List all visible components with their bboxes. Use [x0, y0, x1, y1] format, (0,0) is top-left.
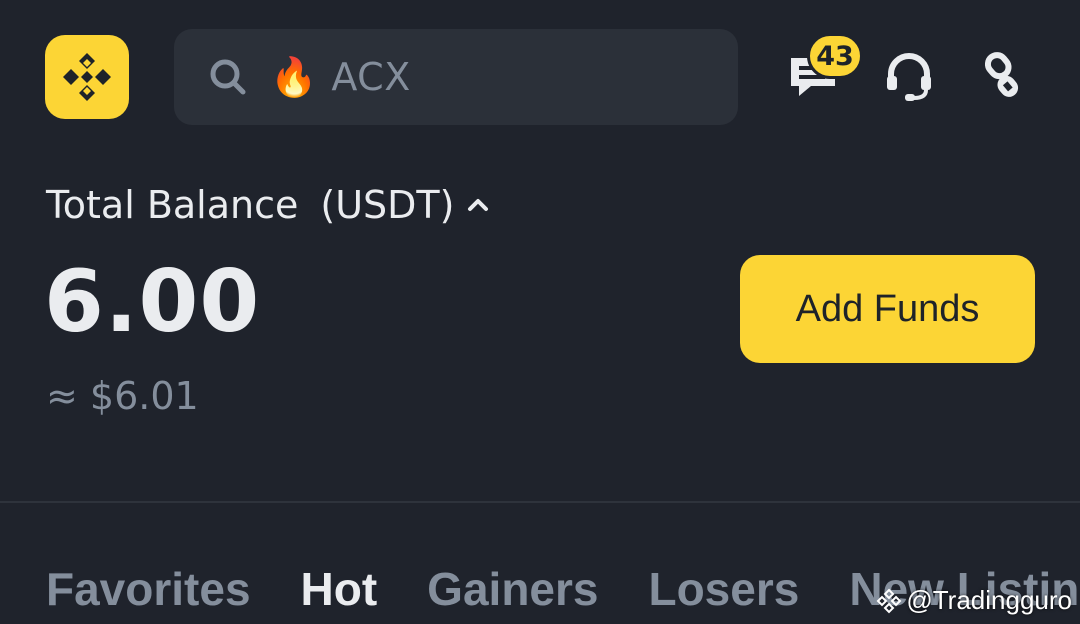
chevron-up-icon: [466, 193, 490, 217]
home-screen: 🔥 ACX 43 Total Balance (USDT) 6.00 ≈ $6.…: [0, 0, 1080, 624]
balance-fiat-approx: ≈ $6.01: [46, 374, 199, 418]
binance-logo-icon: [63, 53, 111, 101]
balance-currency: (USDT): [320, 183, 455, 227]
add-funds-button[interactable]: Add Funds: [740, 255, 1035, 363]
total-balance-toggle[interactable]: Total Balance (USDT): [46, 183, 490, 227]
balance-amount: 6.00: [44, 252, 261, 352]
fire-icon: 🔥: [270, 55, 318, 99]
search-trending-term: ACX: [331, 55, 411, 99]
search-icon: [208, 57, 248, 97]
total-balance-label: Total Balance: [46, 183, 299, 227]
watermark: @Tradingguro: [876, 585, 1072, 616]
section-divider: [0, 501, 1080, 503]
tab-hot[interactable]: Hot: [301, 562, 378, 616]
watermark-text: @Tradingguro: [906, 585, 1072, 615]
tab-favorites[interactable]: Favorites: [46, 562, 251, 616]
watermark-logo-icon: [876, 588, 902, 614]
tab-gainers[interactable]: Gainers: [427, 562, 598, 616]
link-icon: [984, 52, 1019, 97]
search-bar[interactable]: 🔥 ACX: [174, 29, 738, 125]
referral-link-button[interactable]: [975, 48, 1031, 104]
binance-logo[interactable]: [45, 35, 129, 119]
headset-icon: [887, 53, 931, 101]
notification-badge: 43: [807, 33, 863, 79]
support-button[interactable]: [881, 48, 937, 104]
tab-losers[interactable]: Losers: [648, 562, 799, 616]
